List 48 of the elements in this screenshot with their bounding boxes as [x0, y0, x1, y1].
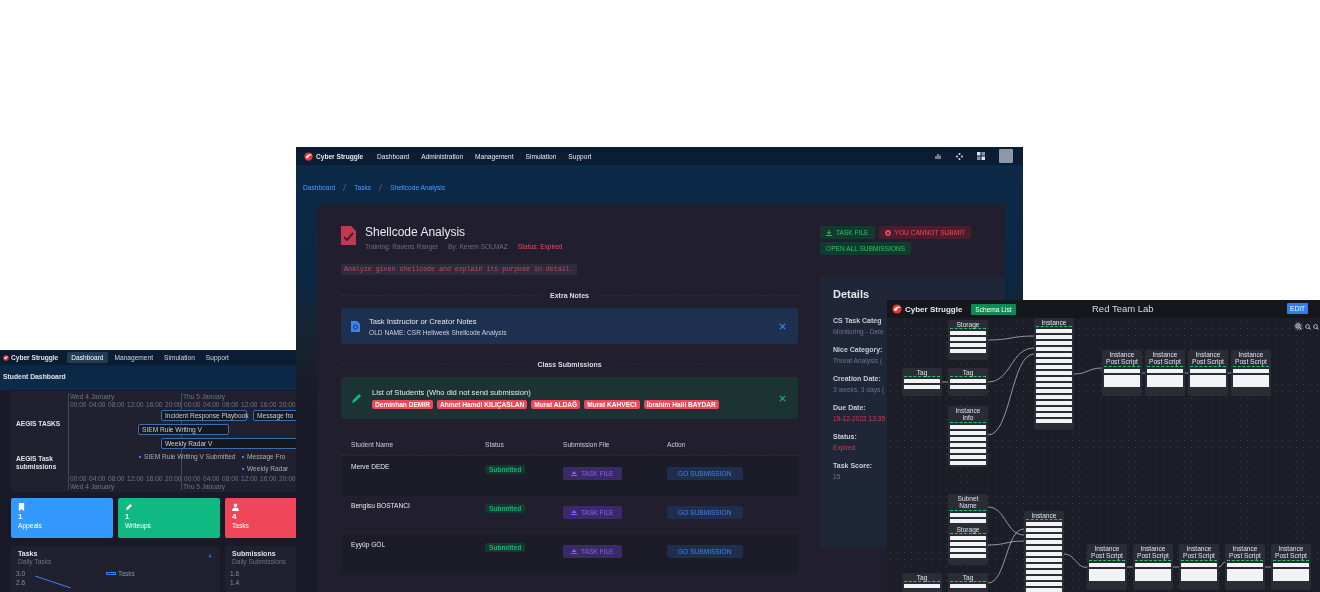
zoom-in-icon[interactable]	[1295, 323, 1302, 330]
task-title: Shellcode Analysis	[365, 225, 467, 239]
user-icon	[232, 503, 239, 511]
connector-line	[1265, 566, 1271, 568]
zoom-out-icon[interactable]	[1313, 323, 1319, 330]
connector-line	[1127, 566, 1133, 568]
document-check-icon	[341, 226, 356, 245]
close-icon	[779, 322, 786, 330]
bookmark-icon	[18, 503, 25, 511]
connector-line	[1142, 372, 1145, 374]
upload-icon	[571, 549, 577, 554]
connector-line	[1185, 372, 1188, 374]
connector-line	[988, 335, 1034, 341]
connector-line	[1064, 552, 1087, 568]
logo-icon	[304, 151, 313, 161]
document-search-icon	[351, 320, 360, 332]
search-icon[interactable]	[1305, 323, 1311, 330]
stat-value: 4	[232, 512, 237, 521]
close-icon	[779, 394, 786, 402]
close-button[interactable]	[779, 322, 786, 330]
connector-line	[1228, 372, 1231, 374]
diamond-dots-icon[interactable]	[956, 152, 963, 160]
upload-icon	[571, 471, 577, 476]
marker-icon	[242, 455, 244, 458]
line-chart-drawing	[33, 574, 73, 588]
close-button[interactable]	[779, 394, 786, 402]
blocked-icon	[884, 229, 891, 236]
stat-value: 1	[18, 512, 23, 521]
download-icon	[208, 554, 212, 558]
stat-value: 1	[125, 512, 130, 521]
logo-icon	[3, 354, 9, 361]
download-icon	[826, 229, 832, 236]
lab-title: Red Team Lab	[1092, 303, 1154, 314]
legend-swatch-icon	[106, 572, 116, 575]
bar-chart-icon[interactable]	[935, 153, 942, 159]
pencil-icon	[351, 392, 363, 404]
details-title: Details	[833, 288, 870, 300]
connector-line	[1074, 367, 1102, 375]
pencil-icon	[125, 503, 132, 511]
logo-icon	[892, 304, 902, 314]
brand-name: Cyber Struggle	[905, 304, 963, 314]
upload-icon	[571, 510, 577, 515]
connector-line	[942, 381, 948, 383]
connector-line	[1173, 566, 1179, 568]
marker-icon	[139, 455, 141, 458]
grid-icon[interactable]	[977, 152, 985, 160]
connector-line	[1219, 561, 1225, 568]
marker-icon	[242, 467, 244, 470]
